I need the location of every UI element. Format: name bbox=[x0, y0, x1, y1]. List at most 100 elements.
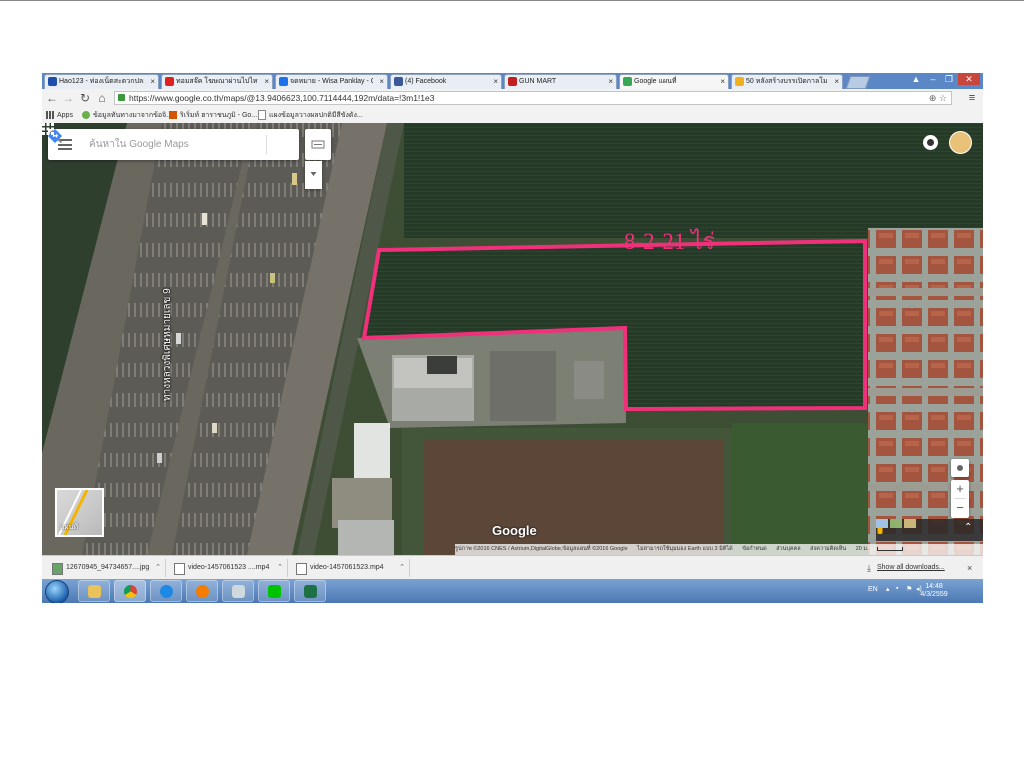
youtube-favicon-icon bbox=[165, 77, 174, 86]
chevron-up-icon[interactable]: ⌃ bbox=[277, 559, 283, 577]
google-logo: Google bbox=[492, 523, 537, 538]
download-item[interactable]: 12670945_94734657....jpg ⌃ bbox=[46, 559, 166, 577]
line-icon bbox=[268, 585, 281, 598]
keyboard-button[interactable] bbox=[305, 129, 331, 160]
download-item[interactable]: video-1457061523 ....mp4 ⌃ bbox=[168, 559, 288, 577]
my-location-icon bbox=[957, 465, 963, 471]
close-window-button[interactable]: ✕ bbox=[958, 73, 980, 85]
map-search-box bbox=[48, 129, 299, 160]
screenshot-frame: Hao123 - ท่องเน็ตสะดวกปลอ × ทอมสจ๊ค โฆษณ… bbox=[42, 73, 983, 603]
user-icon[interactable]: ▲ bbox=[910, 73, 922, 85]
document-icon bbox=[232, 585, 245, 598]
tab-article[interactable]: 50 หลังสร้างบรรเปิดกาลโมยอ × bbox=[731, 74, 843, 89]
keyboard-icon bbox=[311, 140, 325, 149]
taskbar-explorer[interactable] bbox=[78, 580, 110, 602]
tab-close-icon[interactable]: × bbox=[264, 75, 269, 88]
zoom-out-button[interactable]: − bbox=[951, 499, 969, 517]
tab-close-icon[interactable]: × bbox=[608, 75, 613, 88]
plot-area-label: 8-2-21 ไร่ bbox=[624, 229, 715, 254]
home-icon[interactable]: ⌂ bbox=[95, 91, 109, 105]
road-name-label: ทางหลวงพิเศษหมายเลข 9 bbox=[162, 288, 173, 401]
tab-facebook[interactable]: (4) Facebook × bbox=[390, 74, 502, 89]
mail-favicon-icon bbox=[279, 77, 288, 86]
bookmarks-bar: Apps ข้อมูลทันทางมาจากข้อจิ... ริเริ่มท์… bbox=[42, 108, 983, 124]
taskbar-notepad[interactable] bbox=[222, 580, 254, 602]
article-favicon-icon bbox=[735, 77, 744, 86]
chrome-icon bbox=[124, 585, 137, 598]
notifications-icon[interactable] bbox=[923, 135, 938, 150]
tab-youtube[interactable]: ทอมสจ๊ค โฆษณาผ่านไปไหนที่ อ × bbox=[161, 74, 273, 89]
chevron-up-icon[interactable]: ⌃ bbox=[399, 559, 405, 577]
chrome-menu-icon[interactable]: ≡ bbox=[966, 91, 978, 105]
zoom-control: + − bbox=[951, 480, 969, 518]
start-button[interactable] bbox=[45, 580, 69, 603]
apps-grid-icon[interactable] bbox=[42, 123, 54, 135]
forward-arrow-icon[interactable]: → bbox=[61, 91, 75, 105]
bookmark-apps[interactable]: Apps bbox=[46, 108, 73, 123]
tab-close-icon[interactable]: × bbox=[379, 75, 384, 88]
tab-strip: Hao123 - ท่องเน็ตสะดวกปลอ × ทอมสจ๊ค โฆษณ… bbox=[42, 73, 983, 89]
folder-icon bbox=[88, 585, 101, 598]
back-arrow-icon[interactable]: ← bbox=[45, 91, 59, 105]
taskbar-clock[interactable]: 14:48 4/3/2559 bbox=[909, 583, 959, 599]
bookmark-1[interactable]: ข้อมูลทันทางมาจากข้อจิ... bbox=[82, 108, 172, 123]
taskbar-excel[interactable] bbox=[294, 580, 326, 602]
scale-label: 20 ม. bbox=[855, 546, 869, 552]
terms-link[interactable]: ข้อกำหนด bbox=[742, 546, 766, 552]
tab-mail[interactable]: จดหมาย - Wisa Panklay - O × bbox=[275, 74, 388, 89]
tab-gun-mart[interactable]: GUN MART × bbox=[504, 74, 617, 89]
url-text: https://www.google.co.th/maps/@13.940662… bbox=[129, 93, 435, 103]
windows-taskbar: EN ▴ ▪ ⚑ ◂) 14:48 4/3/2559 bbox=[42, 579, 983, 603]
minimize-button[interactable]: – bbox=[926, 73, 940, 85]
show-all-downloads-link[interactable]: Show all downloads... bbox=[877, 559, 945, 577]
taskbar-chrome[interactable] bbox=[114, 580, 146, 602]
chevron-down-icon bbox=[310, 172, 317, 176]
excel-icon bbox=[304, 585, 317, 598]
satellite-map[interactable]: 8-2-21 ไร่ ทางหลวงพิเศษหมายเลข 9 Google … bbox=[42, 123, 983, 555]
restore-button[interactable]: ❐ bbox=[942, 73, 956, 85]
download-item[interactable]: video-1457061523.mp4 ⌃ bbox=[290, 559, 410, 577]
search-input[interactable] bbox=[89, 136, 229, 152]
search-divider bbox=[266, 135, 267, 154]
tab-close-icon[interactable]: × bbox=[834, 75, 839, 88]
chevron-up-icon[interactable]: ⌃ bbox=[155, 559, 161, 577]
bookmark-3[interactable]: แผงข้อมูลวางผลปกติมีสีขังดัง... bbox=[258, 108, 363, 123]
imagery-strip: ⌃ bbox=[876, 519, 983, 541]
imagery-thumbnails[interactable] bbox=[876, 519, 916, 528]
maps-favicon-icon bbox=[623, 77, 632, 86]
bookmark-favicon-icon bbox=[82, 111, 90, 120]
bookmark-2[interactable]: ริเริ่มท์ ฮาราชนภูมิ - Go... bbox=[169, 108, 257, 123]
video-file-icon bbox=[296, 563, 307, 575]
my-location-button[interactable] bbox=[951, 459, 969, 477]
image-file-icon bbox=[52, 563, 63, 575]
tab-close-icon[interactable]: × bbox=[493, 75, 498, 88]
feedback-link[interactable]: ส่งความคิดเห็น bbox=[810, 546, 846, 552]
tray-expand-icon[interactable]: ▴ bbox=[886, 585, 890, 593]
map-attribution: รูปภาพ ©2016 CNES / Astrium,DigitalGlobe… bbox=[455, 544, 983, 555]
reload-icon[interactable]: ↻ bbox=[78, 91, 92, 105]
language-indicator[interactable]: EN bbox=[868, 586, 878, 593]
tab-close-icon[interactable]: × bbox=[150, 75, 155, 88]
new-tab-button[interactable] bbox=[845, 76, 871, 89]
map-type-label: แผนที่ bbox=[60, 524, 79, 531]
network-icon[interactable]: ▪ bbox=[896, 585, 898, 592]
zoom-in-button[interactable]: + bbox=[951, 480, 969, 498]
page-top-rule bbox=[0, 0, 1024, 1]
tab-hao123[interactable]: Hao123 - ท่องเน็ตสะดวกปลอ × bbox=[44, 74, 159, 89]
avatar[interactable] bbox=[949, 131, 972, 154]
media-player-icon bbox=[196, 585, 209, 598]
taskbar-internet-explorer[interactable] bbox=[150, 580, 182, 602]
tab-google-maps[interactable]: Google แผนที่ × bbox=[619, 74, 729, 89]
taskbar-line[interactable] bbox=[258, 580, 290, 602]
page-icon bbox=[258, 110, 266, 121]
map-type-toggle[interactable]: แผนที่ bbox=[55, 488, 104, 537]
input-tools-dropdown[interactable] bbox=[305, 161, 322, 189]
zoom-star-icons[interactable]: ⊕ ☆ bbox=[929, 92, 947, 104]
download-shelf: 12670945_94734657....jpg ⌃ video-1457061… bbox=[42, 555, 983, 580]
tab-close-icon[interactable]: × bbox=[720, 75, 725, 88]
chevron-up-icon[interactable]: ⌃ bbox=[964, 522, 972, 533]
close-download-shelf-icon[interactable]: × bbox=[967, 559, 972, 577]
taskbar-media-player[interactable] bbox=[186, 580, 218, 602]
url-field[interactable]: https://www.google.co.th/maps/@13.940662… bbox=[114, 91, 952, 105]
privacy-link[interactable]: ส่วนบุคคล bbox=[776, 546, 800, 552]
